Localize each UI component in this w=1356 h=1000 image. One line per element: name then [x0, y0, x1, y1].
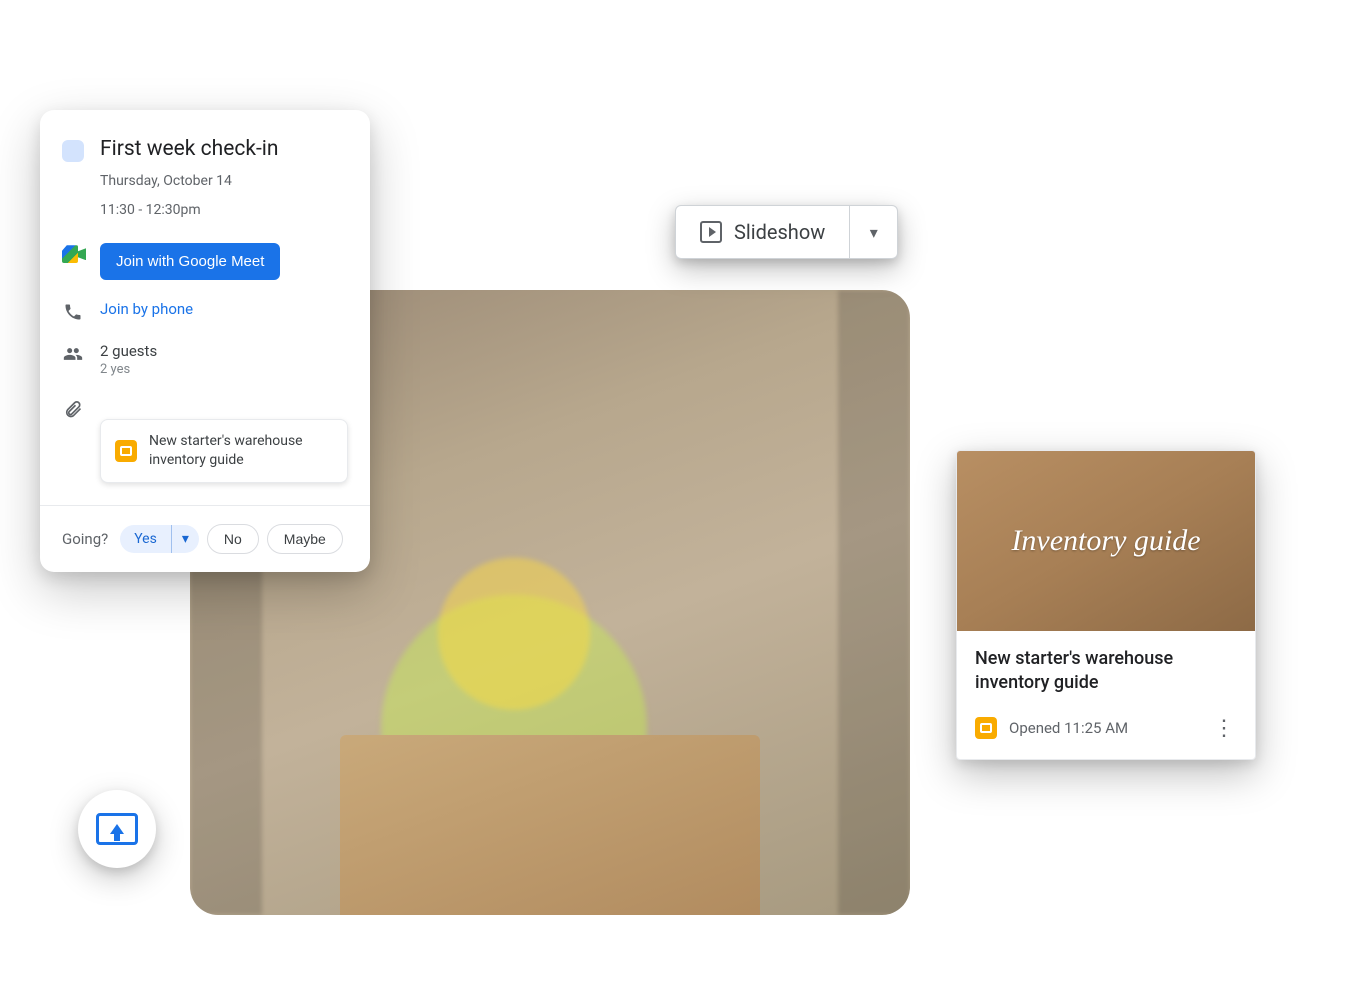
slides-file-card[interactable]: Inventory guide New starter's warehouse … [956, 450, 1256, 760]
event-header: First week check-in Thursday, October 14… [62, 136, 348, 221]
slideshow-button-group: Slideshow ▾ [675, 205, 898, 259]
photo-box-prop [340, 735, 760, 915]
play-icon [700, 221, 722, 243]
attachment-name: New starter's warehouse inventory guide [149, 432, 333, 470]
rsvp-yes-button[interactable]: Yes ▾ [120, 525, 199, 553]
file-thumbnail: Inventory guide [957, 451, 1255, 631]
slideshow-label: Slideshow [734, 220, 825, 244]
calendar-event-card: First week check-in Thursday, October 14… [40, 110, 370, 572]
thumbnail-title: Inventory guide [1011, 524, 1200, 558]
phone-row: Join by phone [62, 300, 348, 322]
guests-count: 2 guests [100, 342, 157, 360]
attachment-row [62, 397, 348, 419]
rsvp-maybe-button[interactable]: Maybe [267, 524, 343, 554]
people-icon [63, 344, 83, 364]
going-label: Going? [62, 530, 108, 548]
meet-row: Join with Google Meet [62, 243, 348, 280]
join-by-phone-link[interactable]: Join by phone [100, 300, 193, 318]
rsvp-no-button[interactable]: No [207, 524, 259, 554]
event-date: Thursday, October 14 [100, 171, 279, 192]
rsvp-footer: Going? Yes ▾ No Maybe [40, 505, 370, 572]
attachment-chip[interactable]: New starter's warehouse inventory guide [100, 419, 348, 483]
phone-icon [63, 302, 83, 322]
slideshow-dropdown[interactable]: ▾ [849, 206, 897, 258]
file-title: New starter's warehouse inventory guide [975, 647, 1237, 696]
google-meet-icon [62, 245, 84, 263]
upload-button[interactable] [78, 790, 156, 868]
event-title: First week check-in [100, 136, 279, 163]
rsvp-yes-dropdown-icon[interactable]: ▾ [171, 525, 199, 553]
guests-row: 2 guests 2 yes [62, 342, 348, 377]
more-options-icon[interactable]: ⋮ [1205, 712, 1241, 745]
file-opened-time: Opened 11:25 AM [1009, 719, 1193, 737]
slides-icon [115, 440, 137, 462]
join-meet-button[interactable]: Join with Google Meet [100, 243, 280, 280]
attachment-icon [63, 399, 83, 419]
chevron-down-icon: ▾ [870, 223, 878, 242]
event-color-chip [62, 140, 84, 162]
slideshow-button[interactable]: Slideshow [676, 206, 849, 258]
event-time: 11:30 - 12:30pm [100, 200, 279, 221]
slides-icon [975, 717, 997, 739]
guests-yes-count: 2 yes [100, 362, 157, 377]
upload-icon [96, 813, 138, 845]
